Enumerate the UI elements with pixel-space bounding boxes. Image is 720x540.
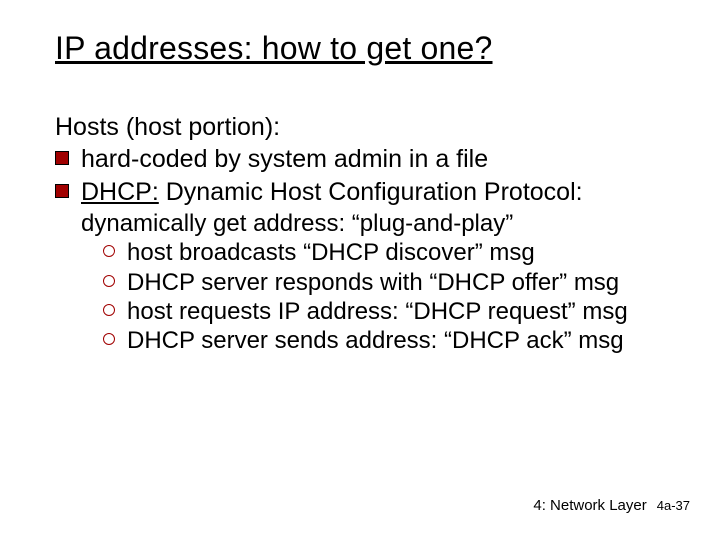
slide-title: IP addresses: how to get one? — [55, 30, 670, 67]
footer: 4: Network Layer 4a-37 — [533, 497, 690, 514]
dhcp-step-discover: host broadcasts “DHCP discover” msg — [103, 238, 670, 267]
slide: IP addresses: how to get one? Hosts (hos… — [0, 0, 720, 540]
dhcp-label: DHCP: — [81, 178, 159, 206]
bullet-hardcoded: hard-coded by system admin in a file — [55, 144, 670, 175]
dhcp-description: dynamically get address: “plug-and-play” — [81, 209, 670, 238]
dhcp-step-offer: DHCP server responds with “DHCP offer” m… — [103, 268, 670, 297]
dhcp-expansion: Dynamic Host Configuration Protocol: — [159, 178, 583, 206]
bullet-dhcp: DHCP: Dynamic Host Configuration Protoco… — [55, 177, 670, 208]
subheading: Hosts (host portion): — [55, 113, 670, 142]
dhcp-step-request: host requests IP address: “DHCP request”… — [103, 297, 670, 326]
footer-chapter: 4: Network Layer — [533, 497, 646, 514]
dhcp-step-ack: DHCP server sends address: “DHCP ack” ms… — [103, 326, 670, 355]
footer-page: 4a-37 — [657, 498, 690, 513]
